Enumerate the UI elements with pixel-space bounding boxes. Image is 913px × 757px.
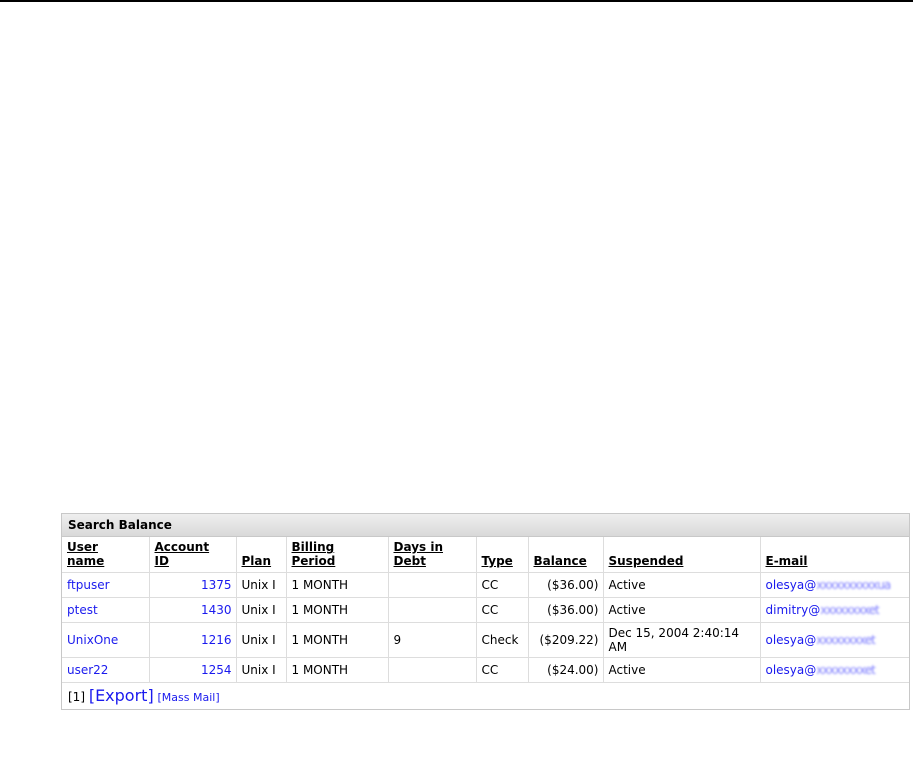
top-rule	[0, 0, 913, 2]
table-row: user22 1254 Unix I 1 MONTH CC ($24.00) A…	[62, 657, 909, 682]
table-footer: [1] [Export] [Mass Mail]	[62, 682, 909, 709]
account-id-cell[interactable]: 1375	[149, 572, 237, 598]
days-in-debt-cell	[388, 657, 477, 682]
balance-cell: ($24.00)	[528, 657, 604, 682]
email-domain-redacted: xxxxxxxxet	[816, 633, 876, 647]
plan-cell: Unix I	[236, 597, 287, 623]
plan-cell: Unix I	[236, 657, 287, 682]
suspended-cell: Dec 15, 2004 2:40:14 AM	[603, 622, 761, 658]
billing-period-cell: 1 MONTH	[286, 622, 389, 658]
days-in-debt-cell: 9	[388, 622, 477, 658]
email-cell[interactable]: olesya@xxxxxxxxxxua	[760, 572, 909, 598]
email-cell[interactable]: olesya@xxxxxxxxet	[760, 657, 909, 682]
email-link[interactable]: olesya@xxxxxxxxet	[766, 663, 876, 677]
table-row: ftpuser 1375 Unix I 1 MONTH CC ($36.00) …	[62, 572, 909, 598]
email-cell[interactable]: dimitry@xxxxxxxxet	[760, 597, 909, 623]
type-cell: CC	[476, 597, 529, 623]
type-cell: CC	[476, 657, 529, 682]
type-cell: Check	[476, 622, 529, 658]
account-id-cell[interactable]: 1216	[149, 622, 237, 658]
suspended-cell: Active	[603, 657, 761, 682]
account-id-cell[interactable]: 1430	[149, 597, 237, 623]
account-id-link[interactable]: 1254	[201, 663, 232, 677]
column-header-user-name[interactable]: User name	[62, 537, 150, 573]
table-row: ptest 1430 Unix I 1 MONTH CC ($36.00) Ac…	[62, 597, 909, 623]
panel-title: Search Balance	[62, 514, 909, 537]
user-name-link[interactable]: ftpuser	[67, 578, 110, 592]
email-cell[interactable]: olesya@xxxxxxxxet	[760, 622, 909, 658]
email-link[interactable]: olesya@xxxxxxxxxxua	[766, 578, 892, 592]
user-name-link[interactable]: UnixOne	[67, 633, 118, 647]
table-row: UnixOne 1216 Unix I 1 MONTH 9 Check ($20…	[62, 622, 909, 658]
balance-cell: ($209.22)	[528, 622, 604, 658]
balance-cell: ($36.00)	[528, 572, 604, 598]
search-balance-panel: Search Balance User name Account ID Plan B…	[61, 513, 910, 710]
column-header-days-in-debt[interactable]: Days in Debt	[388, 537, 477, 573]
user-name-cell[interactable]: user22	[62, 657, 150, 682]
type-cell: CC	[476, 572, 529, 598]
billing-period-cell: 1 MONTH	[286, 597, 389, 623]
user-name-cell[interactable]: ftpuser	[62, 572, 150, 598]
email-link[interactable]: dimitry@xxxxxxxxet	[766, 603, 880, 617]
header-row: User name Account ID Plan Billing Period Da…	[62, 537, 909, 573]
account-id-link[interactable]: 1375	[201, 578, 232, 592]
column-header-plan[interactable]: Plan	[236, 537, 287, 573]
account-id-link[interactable]: 1430	[201, 603, 232, 617]
account-id-link[interactable]: 1216	[201, 633, 232, 647]
column-header-email[interactable]: E-mail	[760, 537, 909, 573]
balance-table: User name Account ID Plan Billing Period Da…	[62, 537, 909, 682]
column-header-account-id[interactable]: Account ID	[149, 537, 237, 573]
billing-period-cell: 1 MONTH	[286, 572, 389, 598]
plan-cell: Unix I	[236, 622, 287, 658]
email-domain-redacted: xxxxxxxxxxua	[816, 578, 891, 592]
user-name-cell[interactable]: UnixOne	[62, 622, 150, 658]
page-number: [1]	[68, 690, 85, 704]
column-header-balance[interactable]: Balance	[528, 537, 604, 573]
days-in-debt-cell	[388, 572, 477, 598]
email-link[interactable]: olesya@xxxxxxxxet	[766, 633, 876, 647]
suspended-cell: Active	[603, 572, 761, 598]
user-name-link[interactable]: ptest	[67, 603, 98, 617]
column-header-suspended[interactable]: Suspended	[603, 537, 761, 573]
days-in-debt-cell	[388, 597, 477, 623]
mass-mail-link[interactable]: [Mass Mail]	[158, 691, 220, 704]
billing-period-cell: 1 MONTH	[286, 657, 389, 682]
user-name-cell[interactable]: ptest	[62, 597, 150, 623]
column-header-billing-period[interactable]: Billing Period	[286, 537, 389, 573]
column-header-type[interactable]: Type	[476, 537, 529, 573]
email-domain-redacted: xxxxxxxxet	[820, 603, 880, 617]
balance-cell: ($36.00)	[528, 597, 604, 623]
account-id-cell[interactable]: 1254	[149, 657, 237, 682]
email-domain-redacted: xxxxxxxxet	[816, 663, 876, 677]
suspended-cell: Active	[603, 597, 761, 623]
plan-cell: Unix I	[236, 572, 287, 598]
user-name-link[interactable]: user22	[67, 663, 108, 677]
export-link[interactable]: [Export]	[89, 686, 154, 705]
